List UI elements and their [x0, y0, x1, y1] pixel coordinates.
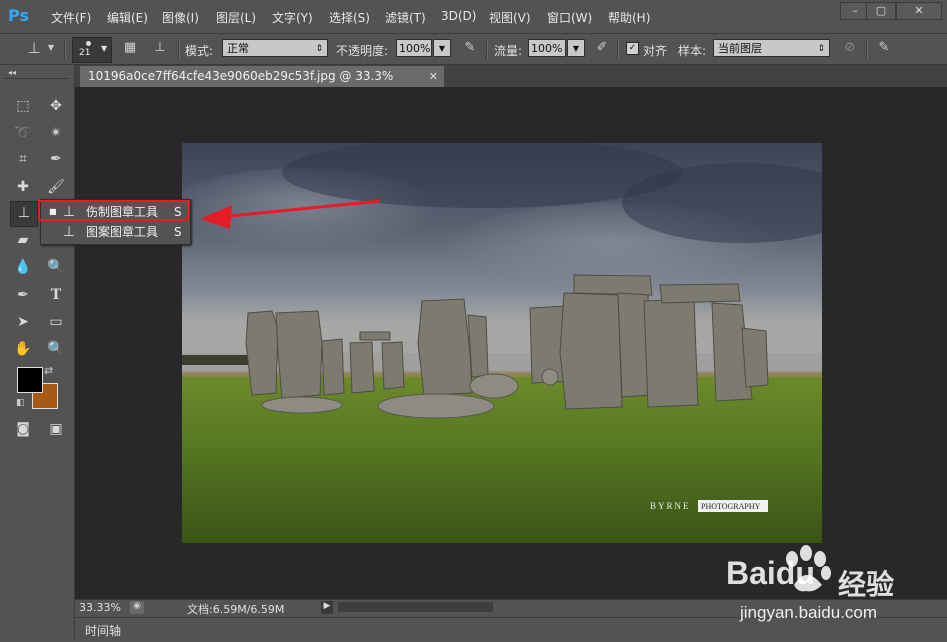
menu-view[interactable]: 视图(V)	[489, 9, 531, 26]
brush-tool-icon[interactable]: 🖌	[44, 176, 68, 198]
type-tool-icon[interactable]: T	[44, 284, 68, 306]
chevron-down-icon[interactable]: ▼	[46, 38, 56, 58]
dodge-tool-icon[interactable]: 🔍	[44, 256, 68, 278]
aligned-label: 对齐	[643, 44, 668, 58]
magic-wand-tool-icon[interactable]: ✴	[44, 122, 68, 144]
sample-label: 样本:	[678, 44, 707, 58]
maximize-button[interactable]: ▢	[866, 2, 896, 20]
separator	[617, 38, 619, 60]
clone-source-icon[interactable]: ⊥	[150, 38, 170, 58]
flow-label: 流量:	[494, 44, 523, 58]
menu-edit[interactable]: 编辑(E)	[107, 9, 148, 26]
timeline-label[interactable]: 时间轴	[85, 622, 121, 639]
marquee-tool-icon[interactable]: ⬚	[11, 95, 35, 117]
menu-select[interactable]: 选择(S)	[329, 9, 370, 26]
flyout-item-shortcut: S	[174, 225, 182, 239]
swap-colors-icon[interactable]: ⇄	[44, 364, 53, 377]
separator	[64, 38, 66, 60]
menu-type[interactable]: 文字(Y)	[272, 9, 313, 26]
aligned-checkbox[interactable]: ✓	[626, 42, 639, 55]
healing-brush-tool-icon[interactable]: ✚	[11, 176, 35, 198]
pattern-stamp-icon: ⊥	[63, 224, 76, 240]
rectangle-tool-icon[interactable]: ▭	[44, 311, 68, 333]
close-tab-icon[interactable]: ✕	[429, 66, 438, 87]
foreground-color-swatch[interactable]	[17, 367, 43, 393]
menu-filter[interactable]: 滤镜(T)	[385, 9, 426, 26]
pressure-opacity-icon[interactable]: ✎	[460, 38, 480, 58]
watermark-brand: Baidu	[726, 555, 815, 591]
zoom-tool-icon[interactable]: 🔍	[44, 338, 68, 360]
collapse-panel-icon[interactable]: ◂◂	[8, 68, 16, 77]
airbrush-icon[interactable]: ✐	[592, 38, 612, 58]
highlight-box	[38, 200, 189, 221]
pen-tool-icon[interactable]: ✒	[11, 284, 35, 306]
opacity-input[interactable]: 100%	[396, 39, 432, 57]
annotation-arrow-icon	[200, 199, 381, 229]
separator	[866, 38, 868, 60]
crop-tool-icon[interactable]: ⌗	[11, 148, 35, 170]
close-button[interactable]: ✕	[896, 2, 942, 20]
quick-mask-icon[interactable]: ◙	[11, 418, 35, 440]
separator	[178, 38, 180, 60]
chevron-down-icon: ▼	[101, 44, 108, 53]
clone-stamp-tool-icon[interactable]: ⊥	[10, 201, 38, 227]
horizontal-scrollbar[interactable]	[338, 602, 493, 612]
path-selection-tool-icon[interactable]: ➤	[11, 311, 35, 333]
status-menu-arrow-icon[interactable]: ▶	[321, 601, 333, 614]
blur-tool-icon[interactable]: 💧	[11, 256, 35, 278]
brush-size-value: 21	[79, 48, 91, 58]
document-size: 文档:6.59M/6.59M	[187, 603, 285, 616]
chevron-down-icon[interactable]: ▼	[567, 39, 585, 57]
photoshop-logo: Ps	[8, 6, 29, 25]
sample-value: 当前图层	[718, 42, 762, 55]
eyedropper-tool-icon[interactable]: ✒	[44, 148, 68, 170]
photo-watermark-left: BYRNE	[650, 501, 691, 511]
mode-label: 模式:	[185, 44, 214, 58]
menu-window[interactable]: 窗口(W)	[547, 9, 592, 26]
default-colors-icon[interactable]: ◧	[16, 398, 25, 408]
zoom-level[interactable]: 33.33%	[79, 601, 121, 614]
mode-value: 正常	[227, 42, 249, 55]
brush-size-picker[interactable]: 21 ▼	[72, 37, 112, 63]
move-tool-icon[interactable]: ✥	[44, 95, 68, 117]
ignore-adjustment-icon[interactable]: ⊘	[840, 38, 860, 58]
brush-tip-icon	[86, 41, 91, 46]
pressure-size-icon[interactable]: ✎	[874, 38, 894, 58]
updown-icon: ⇕	[817, 44, 825, 54]
menu-3d[interactable]: 3D(D)	[441, 9, 476, 23]
document-tab[interactable]: 10196a0ce7ff64cfe43e9060eb29c53f.jpg @ 3…	[80, 66, 444, 104]
watermark-url: jingyan.baidu.com	[740, 603, 878, 622]
flyout-item-pattern-stamp[interactable]: ⊥ 图案图章工具 S	[41, 222, 190, 242]
photo-watermark-right: PHOTOGRAPHY	[701, 502, 761, 511]
chevron-down-icon[interactable]: ▼	[433, 39, 451, 57]
divider	[4, 78, 70, 79]
menu-help[interactable]: 帮助(H)	[608, 9, 650, 26]
mode-select[interactable]: 正常 ⇕	[222, 39, 328, 57]
clone-stamp-preset-icon[interactable]: ⊥	[22, 38, 46, 58]
updown-icon: ⇕	[315, 44, 323, 54]
flyout-item-label: 图案图章工具	[86, 225, 159, 239]
separator	[486, 38, 488, 60]
opacity-label: 不透明度:	[336, 44, 389, 58]
lasso-tool-icon[interactable]: ➰	[11, 122, 35, 144]
hand-tool-icon[interactable]: ✋	[11, 338, 35, 360]
flow-input[interactable]: 100%	[528, 39, 566, 57]
menu-file[interactable]: 文件(F)	[51, 9, 91, 26]
site-watermark: Baidu 经验 jingyan.baidu.com	[720, 545, 940, 641]
menu-image[interactable]: 图像(I)	[162, 9, 199, 26]
sample-select[interactable]: 当前图层 ⇕	[713, 39, 830, 57]
status-info-icon[interactable]: ◉	[130, 601, 144, 614]
eraser-tool-icon[interactable]: ▰	[11, 229, 35, 251]
menu-layer[interactable]: 图层(L)	[216, 9, 256, 26]
watermark-suffix: 经验	[838, 568, 895, 601]
screen-mode-icon[interactable]: ▣	[44, 418, 68, 440]
brush-panel-icon[interactable]: ▦	[120, 38, 140, 58]
menu-bar: Ps 文件(F) 编辑(E) 图像(I) 图层(L) 文字(Y) 选择(S) 滤…	[0, 0, 947, 34]
